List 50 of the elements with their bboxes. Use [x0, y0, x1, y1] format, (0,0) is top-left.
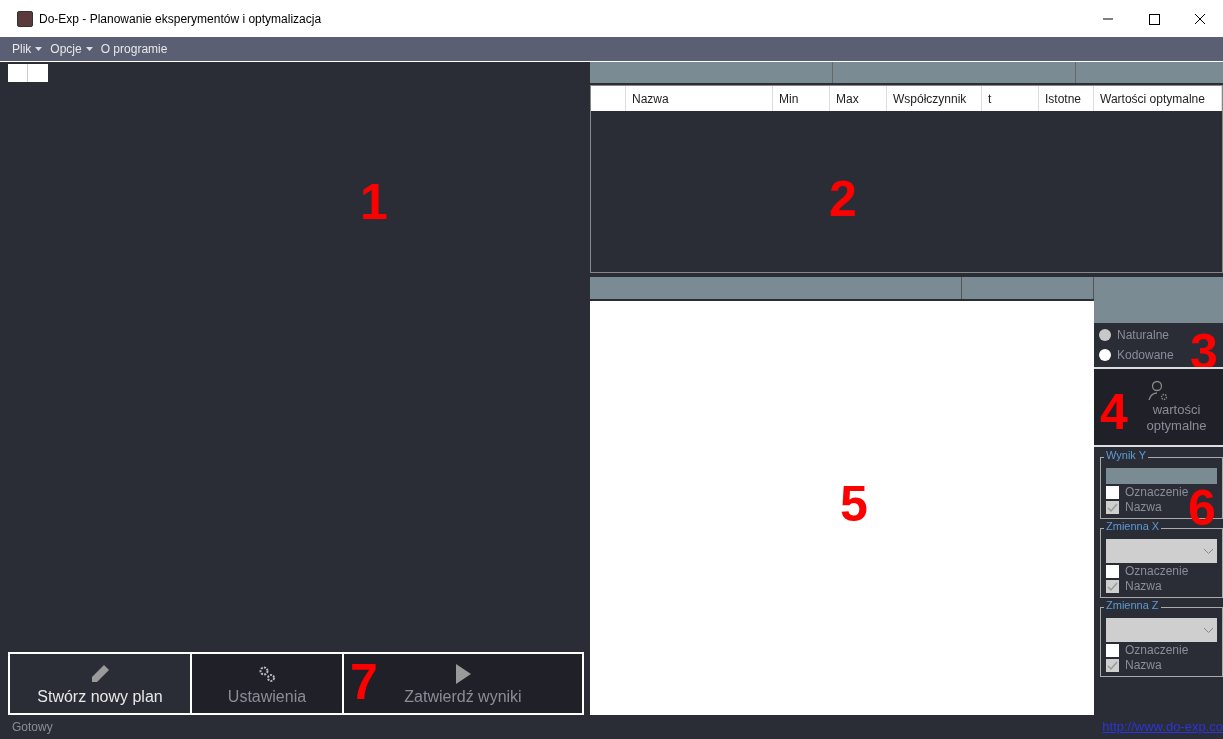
checkbox[interactable] [1106, 486, 1119, 499]
group-title: Wynik Y [1104, 450, 1149, 461]
checkbox[interactable] [1106, 501, 1119, 514]
annotation-number: 5 [840, 479, 868, 529]
chevron-icon [1204, 627, 1213, 633]
checkbox[interactable] [1106, 644, 1119, 657]
dropdown[interactable] [1106, 618, 1217, 642]
checkbox[interactable] [1106, 659, 1119, 672]
column-header[interactable]: Wartości optymalne [1094, 86, 1222, 111]
annotation-number: 4 [1100, 387, 1128, 437]
toolbar-button[interactable]: Stwórz nowy plan [10, 654, 190, 713]
column-header[interactable]: t [982, 86, 1039, 111]
checkbox-label: Oznaczenie [1125, 565, 1189, 578]
dropdown[interactable] [1106, 539, 1217, 563]
caret-icon [85, 47, 93, 51]
annotation-number: 1 [360, 177, 388, 227]
window-title: Do-Exp - Planowanie eksperymentów i optymalizacja [39, 10, 322, 28]
play-icon [454, 662, 472, 685]
checkbox-label: Oznaczenie [1125, 486, 1189, 499]
checkbox-label: Nazwa [1125, 501, 1162, 514]
checkbox[interactable] [1106, 565, 1119, 578]
column-header[interactable]: Nazwa [626, 86, 773, 111]
checkbox-label: Nazwa [1125, 580, 1162, 593]
app-logo-icon [17, 10, 33, 27]
menu-item[interactable]: Opcje [50, 40, 93, 58]
radio-button[interactable] [1099, 349, 1111, 361]
chevron-icon [1204, 548, 1213, 554]
column-header[interactable]: Min [773, 86, 830, 111]
column-header[interactable]: Istotne [1039, 86, 1094, 111]
tab[interactable] [8, 64, 28, 82]
status-text: Gotowy [12, 719, 53, 736]
checkbox[interactable] [1106, 580, 1119, 593]
optimal-values-button[interactable]: 4 wartości optymalne [1094, 367, 1223, 447]
radio-label: Naturalne [1117, 327, 1170, 344]
radio-button[interactable] [1099, 329, 1111, 341]
menu-item[interactable]: Plik [12, 40, 43, 58]
group-title: Zmienna Z [1104, 600, 1161, 611]
annotation-number: 2 [829, 174, 857, 224]
group-title: Zmienna X [1104, 521, 1162, 532]
checkbox-label: Oznaczenie [1125, 644, 1189, 657]
column-header[interactable]: Max [830, 86, 887, 111]
column-header[interactable]: Współczynnik [887, 86, 982, 111]
annotation-number: 7 [350, 657, 378, 707]
pencil-icon [89, 662, 111, 685]
tab[interactable] [28, 64, 48, 82]
caret-icon [35, 47, 43, 51]
result-field[interactable] [1106, 468, 1217, 484]
radio-label: Kodowane [1117, 347, 1174, 364]
menu-item[interactable]: O programie [100, 40, 168, 58]
checkbox-label: Nazwa [1125, 659, 1162, 672]
